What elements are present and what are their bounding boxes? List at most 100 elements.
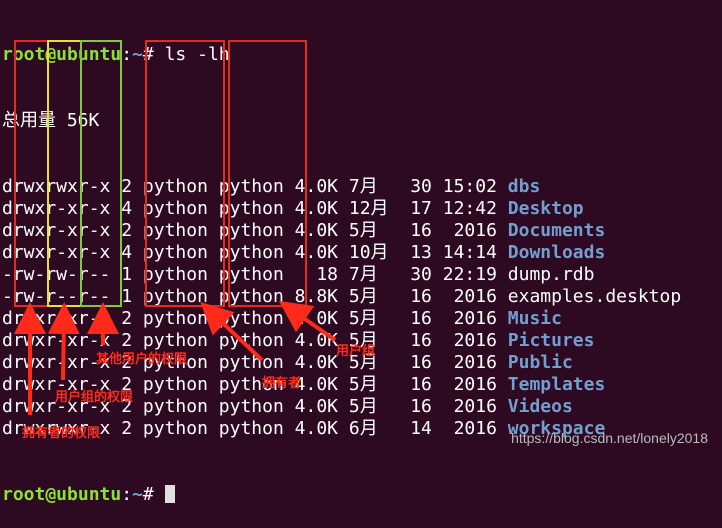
group-name: python: [218, 220, 284, 241]
group-name: python: [218, 330, 284, 351]
month: 6月: [348, 418, 400, 439]
file-size: 4.0K: [294, 396, 339, 417]
link-count: 4: [121, 198, 133, 219]
entry-name[interactable]: dbs: [508, 176, 541, 197]
time: 2016: [442, 352, 497, 373]
time: 2016: [442, 374, 497, 395]
link-count: 2: [121, 308, 133, 329]
prompt-path: ~: [132, 44, 143, 65]
group-name: python: [218, 198, 284, 219]
owner-name: python: [142, 220, 208, 241]
time: 2016: [442, 396, 497, 417]
group-name: python: [218, 308, 284, 329]
entry-name[interactable]: Desktop: [508, 198, 584, 219]
permission-string: drwxr-xr-x: [2, 242, 111, 263]
link-count: 1: [121, 286, 133, 307]
file-size: 4.0K: [294, 198, 339, 219]
link-count: 4: [121, 242, 133, 263]
time: 14:14: [442, 242, 497, 263]
file-size: 18: [294, 264, 339, 285]
link-count: 2: [121, 418, 133, 439]
time: 12:42: [442, 198, 497, 219]
day: 16: [410, 308, 432, 329]
label-other-perm: 其他用户的权限: [96, 352, 188, 367]
time: 2016: [442, 308, 497, 329]
link-count: 1: [121, 264, 133, 285]
entry-name[interactable]: examples.desktop: [508, 286, 681, 307]
day: 16: [410, 286, 432, 307]
entry-name[interactable]: Music: [508, 308, 562, 329]
time: 2016: [442, 220, 497, 241]
time: 2016: [442, 286, 497, 307]
group-name: python: [218, 352, 284, 373]
month: 7月: [348, 264, 400, 285]
permission-string: drwxr-xr-x: [2, 330, 111, 351]
owner-name: python: [142, 264, 208, 285]
permission-string: drwxr-xr-x: [2, 220, 111, 241]
day: 30: [410, 176, 432, 197]
group-name: python: [218, 286, 284, 307]
permission-string: drwxr-xr-x: [2, 198, 111, 219]
month: 5月: [348, 220, 400, 241]
entry-name[interactable]: Downloads: [508, 242, 606, 263]
day: 16: [410, 330, 432, 351]
day: 17: [410, 198, 432, 219]
listing-row: drwxr-xr-x 2 python python 4.0K 5月 16 20…: [2, 308, 681, 330]
owner-name: python: [142, 176, 208, 197]
permission-string: drwxr-xr-x: [2, 352, 111, 373]
label-group: 用户组: [336, 344, 376, 359]
day: 16: [410, 374, 432, 395]
listing-row: drwxr-xr-x 4 python python 4.0K 10月 13 1…: [2, 242, 681, 264]
prompt-user-host-2: root@ubuntu: [2, 484, 122, 505]
permission-string: -rw-r--r--: [2, 286, 111, 307]
owner-name: python: [142, 418, 208, 439]
text-cursor[interactable]: [164, 485, 175, 503]
entry-name[interactable]: Videos: [508, 396, 573, 417]
file-size: 4.0K: [294, 330, 339, 351]
prompt-user-host: root@ubuntu: [2, 44, 122, 65]
link-count: 2: [121, 220, 133, 241]
owner-name: python: [142, 198, 208, 219]
total-line: 总用量 56K: [2, 110, 100, 131]
file-size: 4.0K: [294, 220, 339, 241]
entry-name[interactable]: Templates: [508, 374, 606, 395]
day: 16: [410, 220, 432, 241]
time: 2016: [442, 418, 497, 439]
permission-string: drwxr-xr-x: [2, 308, 111, 329]
entry-name[interactable]: Pictures: [508, 330, 595, 351]
day: 16: [410, 396, 432, 417]
owner-name: python: [142, 374, 208, 395]
entry-name[interactable]: Documents: [508, 220, 606, 241]
link-count: 2: [121, 176, 133, 197]
day: 30: [410, 264, 432, 285]
watermark: https://blog.csdn.net/lonely2018: [511, 430, 708, 446]
entry-name[interactable]: Public: [508, 352, 573, 373]
file-size: 4.0K: [294, 242, 339, 263]
label-owner-perm: 拥有者的权限: [22, 426, 101, 441]
permission-string: drwxrwxr-x: [2, 176, 111, 197]
day: 13: [410, 242, 432, 263]
month: 5月: [348, 286, 400, 307]
listing-row: drwxr-xr-x 2 python python 4.0K 5月 16 20…: [2, 220, 681, 242]
current-prompt-line: root@ubuntu:~#: [2, 484, 681, 506]
month: 5月: [348, 308, 400, 329]
file-size: 8.8K: [294, 286, 339, 307]
prompt-symbol: #: [142, 44, 154, 65]
file-size: 4.0K: [294, 418, 339, 439]
entry-name[interactable]: dump.rdb: [508, 264, 595, 285]
month: 12月: [348, 198, 400, 219]
group-name: python: [218, 264, 284, 285]
prompt-path-sep: :: [121, 44, 133, 65]
owner-name: python: [142, 308, 208, 329]
terminal-output[interactable]: root@ubuntu:~# ls -lh 总用量 56K drwxrwxr-x…: [2, 0, 681, 528]
command-text: ls -lh: [164, 44, 230, 65]
day: 16: [410, 352, 432, 373]
listing-row: drwxr-xr-x 4 python python 4.0K 12月 17 1…: [2, 198, 681, 220]
listing-row: -rw-r--r-- 1 python python 8.8K 5月 16 20…: [2, 286, 681, 308]
group-name: python: [218, 176, 284, 197]
label-owner: 拥有者: [262, 376, 302, 391]
time: 2016: [442, 330, 497, 351]
month: 10月: [348, 242, 400, 263]
group-name: python: [218, 418, 284, 439]
month: 7月: [348, 176, 400, 197]
